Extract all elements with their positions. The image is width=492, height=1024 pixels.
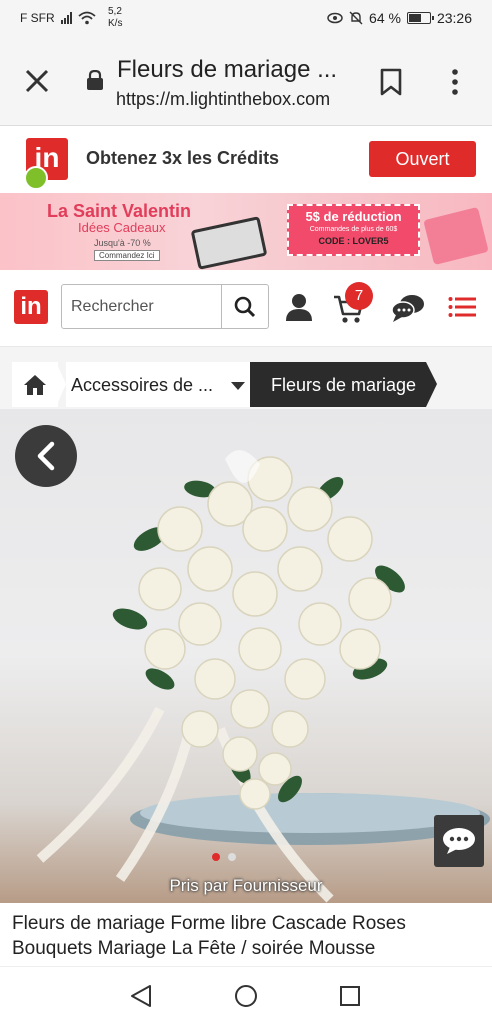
breadcrumb: Accessoires de ... Fleurs de mariage [0,347,492,409]
nav-recents-icon[interactable] [339,985,361,1007]
coupon: 5$ de réduction Commandes de plus de 60$… [287,204,420,256]
breadcrumb-category-label: Accessoires de ... [71,375,214,395]
chevron-left-icon [37,441,55,471]
lock-icon [87,70,103,90]
bouquet-image [36,450,490,903]
chevron-down-icon[interactable] [231,382,245,390]
url-text[interactable]: https://m.lightinthebox.com [116,89,330,110]
menu-icon[interactable] [448,296,476,318]
browser-toolbar: Fleurs de mariage ... https://m.lightint… [0,38,492,126]
promo-subtitle: Idées Cadeaux [78,220,166,235]
promo-title: La Saint Valentin [47,201,192,221]
valentine-promo-banner[interactable]: La Saint Valentin Idées Cadeaux Jusqu'à … [0,193,492,270]
breadcrumb-current-label: Fleurs de mariage [271,375,417,395]
more-vert-icon[interactable] [446,68,464,96]
gift-image [423,206,489,266]
breadcrumb-separator [56,362,66,407]
search-button[interactable] [221,285,268,328]
network-speed: 5,2 K/s [108,6,123,29]
product-image[interactable]: Pris par Fournisseur [0,409,492,903]
signal-icon [60,12,72,24]
coupon-title: 5$ de réduction [305,209,402,224]
breadcrumb-home[interactable] [12,362,58,407]
close-tab-button[interactable] [20,64,54,98]
battery-percent: 64 % [369,10,401,26]
mute-bell-icon [349,11,363,25]
app-promo-banner: in Obtenez 3x les Crédits Ouvert [0,126,492,192]
open-app-button[interactable]: Ouvert [369,141,476,177]
system-nav-bar [0,966,492,1024]
search-input[interactable] [62,285,222,328]
nav-home-icon[interactable] [234,984,258,1008]
account-icon[interactable] [285,292,313,322]
clock: 23:26 [436,10,472,26]
page: F SFR 5,2 K/s 64 % 23:26 Fleurs de maria… [0,0,492,1024]
status-bar: F SFR 5,2 K/s 64 % 23:26 [0,0,492,38]
image-credit: Pris par Fournisseur [169,876,323,895]
close-icon [25,69,49,93]
battery-icon [406,12,434,24]
search-bar [61,284,269,329]
search-icon [234,296,256,317]
breadcrumb-category[interactable]: Accessoires de ... [66,362,250,407]
promo-cta[interactable]: Commandez Ici [94,250,160,261]
chat-icon[interactable] [390,292,426,324]
breadcrumb-current: Fleurs de mariage [250,362,426,407]
live-chat-button[interactable] [434,815,484,867]
bookmark-icon[interactable] [378,68,404,96]
back-button[interactable] [15,425,77,487]
home-icon [24,374,46,395]
app-promo-text: Obtenez 3x les Crédits [86,148,280,168]
product-title: Fleurs de mariage Forme libre Cascade Ro… [12,913,406,959]
android-icon [24,166,48,190]
site-header: in 7 [0,270,492,347]
promo-discount: Jusqu'à -70 % [94,238,151,248]
site-logo[interactable]: in [14,290,48,324]
cart-count-badge: 7 [345,282,373,310]
coupon-condition: Commandes de plus de 60$ [309,226,398,233]
breadcrumb-current-tip [426,362,437,407]
wifi-icon [78,11,96,25]
carousel-dot[interactable] [228,853,236,861]
phone-image [190,216,268,270]
eye-icon [327,12,343,24]
chat-bubble-icon [443,828,475,854]
carousel-dots[interactable] [212,853,236,861]
carousel-dot[interactable] [212,853,220,861]
carrier-label: F SFR [20,11,55,25]
nav-back-icon[interactable] [128,984,154,1008]
coupon-code: CODE : LOVER5 [318,236,389,246]
page-title[interactable]: Fleurs de mariage ... [117,56,337,84]
